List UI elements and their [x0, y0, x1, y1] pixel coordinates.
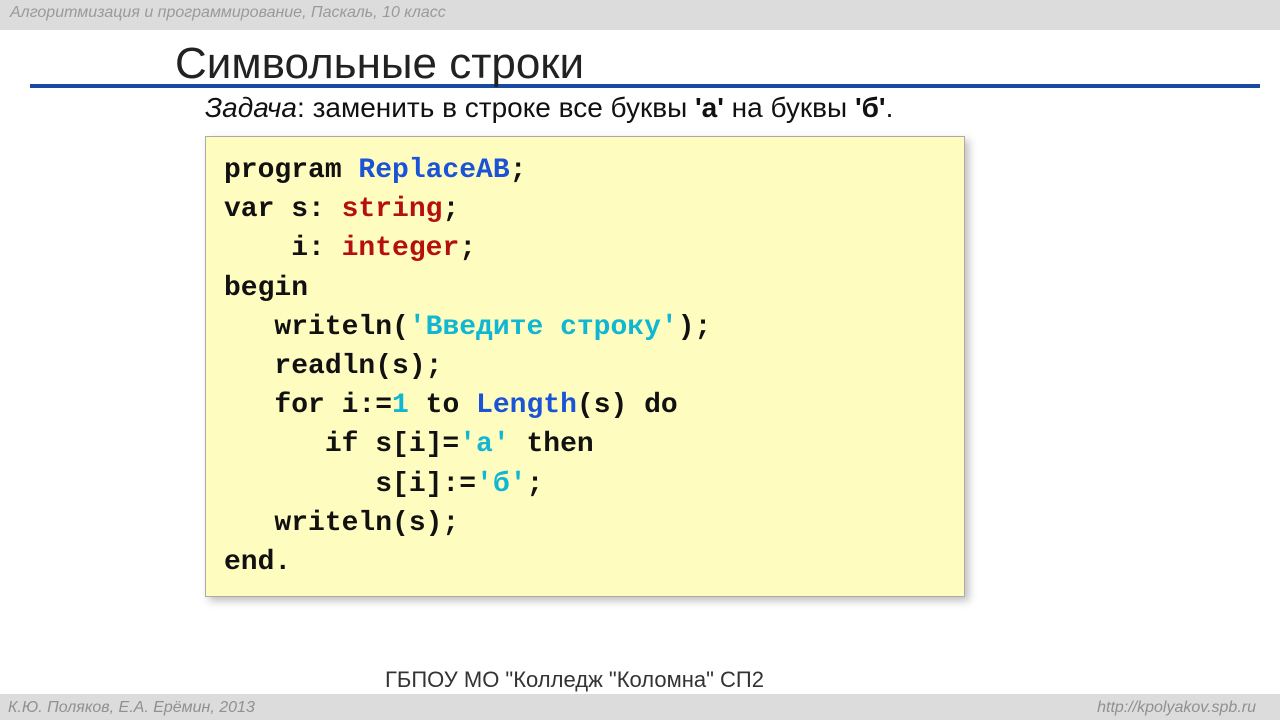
- task-text-before: заменить в строке все буквы: [313, 92, 695, 123]
- code-block: program ReplaceAB; var s: string; i: int…: [224, 151, 946, 582]
- code-l10: writeln(s);: [224, 508, 459, 539]
- task-line: Задача: заменить в строке все буквы 'а' …: [205, 92, 893, 124]
- code-l09a: s[i]:=: [224, 469, 476, 500]
- code-l02b: string: [342, 194, 443, 225]
- code-l03a: i:: [224, 233, 342, 264]
- code-l09c: ;: [526, 469, 543, 500]
- code-l08a: if s[i]=: [224, 429, 459, 460]
- code-l08b: 'а': [459, 429, 509, 460]
- breadcrumb: Алгоритмизация и программирование, Паска…: [0, 0, 1280, 30]
- task-sep: :: [297, 92, 313, 123]
- code-l01c: ;: [510, 155, 527, 186]
- task-text-mid: на буквы: [724, 92, 855, 123]
- code-l04: begin: [224, 273, 308, 304]
- code-l02c: ;: [442, 194, 459, 225]
- code-l01a: program: [224, 155, 358, 186]
- task-tail: .: [886, 92, 894, 123]
- code-l03c: ;: [459, 233, 476, 264]
- page-title-text: Символьные строки: [175, 40, 1240, 88]
- footer-college-line1: ГБПОУ МО "Колледж "Коломна" СП2: [385, 667, 764, 692]
- code-l11: end.: [224, 547, 291, 578]
- footer-url: http://kpolyakov.spb.ru: [1097, 699, 1256, 717]
- code-l07b: 1: [392, 390, 409, 421]
- code-l05b: 'Введите строку': [409, 312, 678, 343]
- code-l07a: for i:=: [224, 390, 392, 421]
- footer-authors: К.Ю. Поляков, Е.А. Ерёмин, 2013: [8, 699, 255, 717]
- code-l01b: ReplaceAB: [358, 155, 509, 186]
- code-l09b: 'б': [476, 469, 526, 500]
- task-bold-a: 'а': [695, 92, 724, 123]
- task-label: Задача: [205, 92, 297, 123]
- code-l02a: var s:: [224, 194, 342, 225]
- code-l07c: to: [409, 390, 476, 421]
- code-l05c: );: [678, 312, 712, 343]
- page-title: Символьные строки: [175, 40, 1240, 88]
- code-l06: readln(s);: [224, 351, 442, 382]
- code-l03b: integer: [342, 233, 460, 264]
- code-l08c: then: [510, 429, 594, 460]
- code-l07e: (s) do: [577, 390, 678, 421]
- task-bold-b: 'б': [855, 92, 886, 123]
- code-l07d: Length: [476, 390, 577, 421]
- bottom-bar: К.Ю. Поляков, Е.А. Ерёмин, 2013 http://k…: [0, 694, 1280, 720]
- code-box: program ReplaceAB; var s: string; i: int…: [205, 136, 965, 597]
- breadcrumb-text: Алгоритмизация и программирование, Паска…: [10, 4, 446, 21]
- code-l05a: writeln(: [224, 312, 409, 343]
